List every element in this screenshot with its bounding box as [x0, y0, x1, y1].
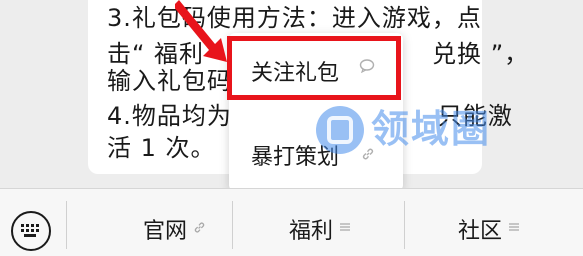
menu-item-community[interactable]: 社区 [458, 209, 520, 249]
menu-item-welfare[interactable]: 福利 [289, 209, 351, 249]
menu-lines-icon [508, 221, 520, 237]
divider [66, 201, 67, 249]
menu-item-label: 福利 [289, 219, 334, 244]
bottom-menu-bar: 官网 福利 社区 [0, 188, 583, 256]
menu-item-official-site[interactable]: 官网 [143, 209, 206, 249]
watermark: 领域圈 [313, 103, 563, 155]
message-line-1: 3.礼包码使用方法：进入游戏，点 [107, 4, 482, 32]
divider [232, 201, 233, 249]
link-icon [193, 221, 206, 238]
keyboard-icon [21, 224, 41, 238]
watermark-logo-icon [316, 106, 364, 154]
keyboard-toggle-button[interactable] [11, 211, 51, 251]
divider [404, 201, 405, 249]
menu-item-label: 官网 [143, 219, 188, 244]
menu-item-label: 社区 [458, 219, 503, 244]
red-arrow-icon [175, 0, 227, 62]
chat-screen: 3.礼包码使用方法：进入游戏，点 击“ 福利 兑换 ”， 输入礼包码 4.物品均为… [0, 0, 583, 256]
menu-lines-icon [339, 221, 351, 237]
watermark-text: 领域圈 [371, 107, 492, 151]
message-line-2-end: 兑换 ”， [432, 40, 530, 68]
message-line-5: 活 1 次。 [107, 134, 216, 162]
message-line-4-start: 4.物品均为 [107, 102, 232, 130]
